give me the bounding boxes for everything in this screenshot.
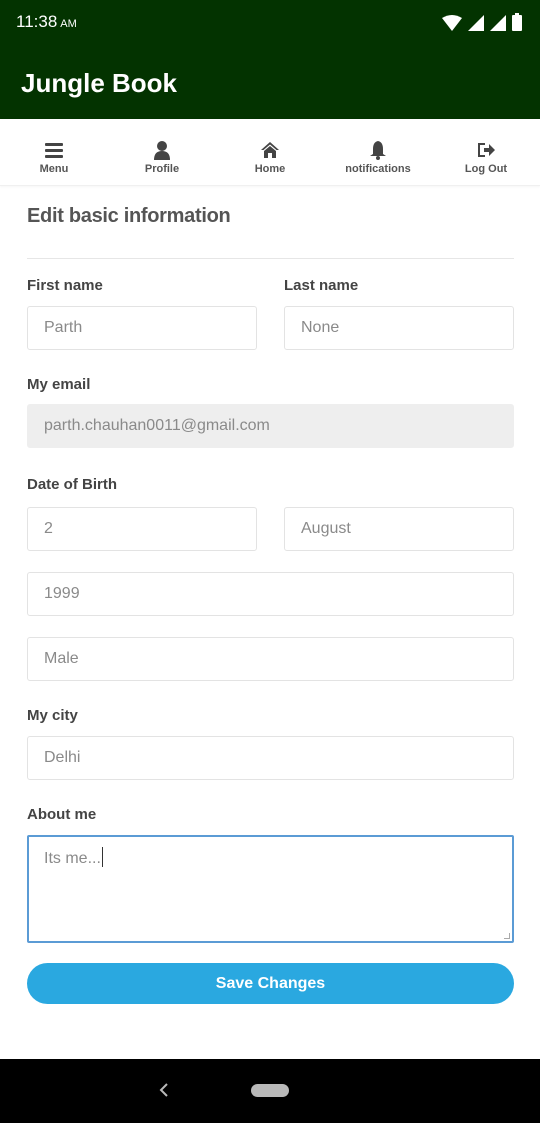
last-name-input[interactable] <box>285 307 513 349</box>
signal-icon-2 <box>490 15 506 31</box>
email-label: My email <box>27 376 91 393</box>
status-time: 11:38 AM <box>16 12 77 32</box>
nav-label-home: Home <box>254 163 286 175</box>
first-name-input[interactable] <box>28 307 256 349</box>
nav-item-menu[interactable]: Menu <box>0 119 108 186</box>
wifi-icon <box>442 15 462 31</box>
bell-icon <box>370 141 386 160</box>
city-label: My city <box>27 707 78 724</box>
nav-label-profile: Profile <box>144 163 180 175</box>
dob-month-input[interactable] <box>285 508 513 550</box>
dob-day-input[interactable] <box>28 508 256 550</box>
status-icons <box>442 13 522 31</box>
about-text: Its me... <box>44 850 101 867</box>
dob-year-input[interactable] <box>28 573 513 615</box>
dob-year-field[interactable] <box>27 572 514 616</box>
menu-icon <box>45 143 63 158</box>
first-name-label: First name <box>27 277 103 294</box>
email-field[interactable] <box>27 404 514 448</box>
divider <box>27 258 514 259</box>
nav-label-menu: Menu <box>39 163 69 175</box>
status-time-value: 11:38 <box>16 12 58 31</box>
city-input[interactable] <box>28 737 513 779</box>
nav-item-profile[interactable]: Profile <box>108 119 216 186</box>
home-icon <box>261 142 279 158</box>
gender-input[interactable] <box>28 638 513 680</box>
nav-item-notifications[interactable]: notifications <box>324 119 432 186</box>
nav-label-notifications: notifications <box>345 163 411 175</box>
dob-day-field[interactable] <box>27 507 257 551</box>
home-pill[interactable] <box>251 1084 289 1097</box>
text-caret <box>101 847 103 867</box>
status-ampm: AM <box>60 18 77 30</box>
about-label: About me <box>27 806 97 823</box>
nav-label-logout: Log Out <box>464 163 508 175</box>
system-nav-bar <box>0 1059 540 1123</box>
battery-icon <box>512 13 522 31</box>
signal-icon <box>468 15 484 31</box>
back-icon[interactable] <box>158 1083 170 1097</box>
section-title: Edit basic information <box>27 205 231 227</box>
last-name-label: Last name <box>284 277 359 294</box>
resize-handle[interactable] <box>504 933 510 939</box>
about-textarea[interactable]: Its me... <box>27 835 514 943</box>
last-name-field[interactable] <box>284 306 514 350</box>
logout-icon <box>478 143 495 157</box>
nav-item-home[interactable]: Home <box>216 119 324 186</box>
status-bar: 11:38 AM <box>0 0 540 46</box>
app-bar: Jungle Book <box>0 46 540 119</box>
top-nav: Menu Profile Home notifications Log Out <box>0 119 540 186</box>
gender-field[interactable] <box>27 637 514 681</box>
first-name-field[interactable] <box>27 306 257 350</box>
nav-item-logout[interactable]: Log Out <box>432 119 540 186</box>
email-input[interactable] <box>28 405 513 447</box>
user-icon <box>154 141 170 160</box>
city-field[interactable] <box>27 736 514 780</box>
dob-month-field[interactable] <box>284 507 514 551</box>
app-title: Jungle Book <box>21 68 178 98</box>
save-changes-button[interactable]: Save Changes <box>27 963 514 1004</box>
dob-label: Date of Birth <box>27 476 117 493</box>
